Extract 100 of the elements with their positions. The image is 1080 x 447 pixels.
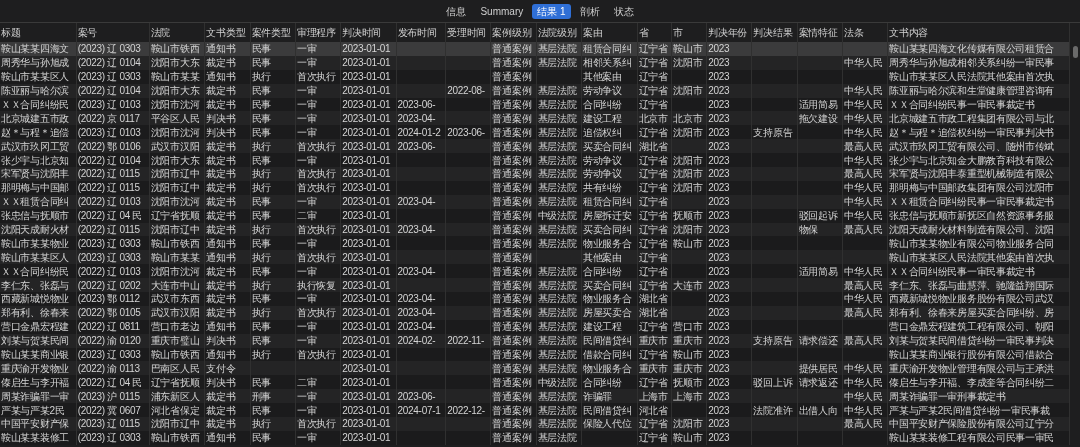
table-cell: 普通案例: [492, 237, 532, 249]
table-cell: 鞍山市某某: [150, 251, 200, 263]
table-row[interactable]: 张少宇与北京知 (2022) 辽 0104 沈阳市大东 裁定书 民事 一审 2023-01-01 普通案例 基层法院 劳动争议 辽宁省 沈阳市 2023 中华人民 张少宇与北京知金大鹏教育科技有限公: [0, 153, 1070, 167]
table-cell: 基层法院: [537, 85, 577, 97]
table-cell: 一审: [296, 237, 317, 249]
table-cell: 首次执行: [296, 418, 336, 430]
table-cell: 普通案例: [492, 265, 532, 277]
table-row[interactable]: 北京城建五市政 (2022) 京 0117 平谷区人民 判决书 民事 一审 2023-01-01 2023-04- 普通案例 基层法院 建设工程 北京市 北京市 2023 拖欠建设 中华人民 北京城建五市政工程集团有限公司与北: [0, 111, 1070, 126]
table-cell: 鞍山某某商业银行股份有限公司借款合: [889, 349, 1055, 361]
table-cell: (2022) 辽 0104: [77, 57, 141, 69]
table-cell: 辽宁省: [638, 57, 668, 69]
table-cell: 通知书: [206, 349, 236, 361]
table-row[interactable]: 重庆渝开发物业 (2022) 渝 0113 巴南区人民 支付令 2023-01-01 普通案例 基层法院 物业服务合 重庆市 重庆市 2023 提供居民 中华人民 重庆渝开发物业管理有限公司与王承洪: [0, 361, 1070, 376]
table-cell: 2023: [708, 154, 730, 166]
table-cell: 基层法院: [537, 154, 577, 166]
table-cell: 2023: [708, 251, 730, 263]
table-cell: 普通案例: [492, 154, 532, 166]
table-cell: 周某诈骗罪一审: [1, 390, 69, 402]
table-cell: 普通案例: [492, 182, 532, 194]
scrollbar-thumb[interactable]: [1072, 46, 1078, 58]
table-cell: 执行: [251, 224, 272, 235]
table-cell: 基层法院: [537, 196, 577, 208]
table-cell: 民事: [251, 335, 272, 347]
tab[interactable]: 剖析: [574, 3, 605, 19]
table-row[interactable]: 宋军贤与沈阳丰 (2022) 辽 0115 沈阳市辽中 裁定书 执行 首次执行 2023-01-01 普通案例 基层法院 劳动争议 辽宁省 沈阳市 2023 最高人民 宋军贤与沈阳丰泰重型机械制造有限公: [0, 167, 1070, 181]
table-cell: 最高人民: [844, 335, 883, 347]
table-cell: 2023: [708, 85, 730, 97]
table-cell: 2023-01-01: [342, 224, 391, 235]
table-row[interactable]: 西藏新城悦物业 (2023) 鄂 0112 武汉市东西 裁定书 民事 一审 2023-01-01 2023-04- 普通案例 基层法院 物业服务合 湖北省 2023 中华人民 西藏新城悦物业服务股份有限公司武汉: [0, 292, 1070, 306]
table-cell: 郑有利、徐春来: [1, 307, 69, 319]
table-cell: 中华人民: [844, 362, 883, 374]
table-cell: ＸＸ合同纠纷民事一审民事裁定书: [889, 265, 1035, 277]
table-cell: 民事: [251, 57, 272, 69]
table-cell: 请求返还: [798, 376, 838, 388]
table-row[interactable]: 鞍山市某某物业 (2023) 辽 0303 鞍山市铁西 通知书 民事 一审 2023-01-01 普通案例 基层法院 物业服务合 辽宁省 鞍山市 2023 鞍山市某某物业有限公司物业服务合同: [0, 236, 1070, 251]
table-cell: 宋军贤与沈阳丰泰重型机械制造有限公: [889, 168, 1055, 180]
table-cell: (2022) 鄂 0106: [77, 140, 141, 152]
table-cell: 裁定书: [206, 279, 236, 291]
table-cell: (2023) 鄂 0112: [77, 293, 140, 305]
table-cell: 一审: [296, 126, 317, 138]
table-cell: (2023) 辽 0303: [77, 349, 141, 361]
table-cell: 2023: [708, 237, 730, 249]
table-cell: 判决书: [206, 126, 236, 138]
table-row[interactable]: 武汉市玖冈工贸 (2022) 鄂 0106 武汉市汉阳 裁定书 执行 首次执行 2023-01-01 2023-06- 普通案例 基层法院 买卖合同纠 湖北省 2023 最高人民 武汉市玖冈工贸有限公司、随州市传斌: [0, 139, 1070, 154]
tab[interactable]: 状态: [608, 3, 639, 19]
table-row[interactable]: 鞍山市某某区人 (2023) 辽 0303 鞍山市某某 通知书 执行 首次执行 2023-01-01 普通案例 其他案由 辽宁省 2023 鞍山市某某区人民法院其他案由首次执: [0, 250, 1070, 265]
table-cell: 2023: [708, 362, 730, 374]
table-cell: 辽宁省: [638, 321, 668, 333]
table-cell: 2023: [708, 432, 730, 444]
table-cell: 一审: [296, 404, 317, 416]
table-row[interactable]: 周某诈骗罪一审 (2023) 沪 0115 浦东新区人 裁定书 刑事 一审 2023-01-01 2023-06- 普通案例 基层法院 诈骗罪 上海市 上海市 2023 中华人民 周某诈骗罪一审刑事裁定书: [0, 389, 1070, 404]
table-cell: 基层法院: [537, 237, 577, 249]
table-cell: 2023-01-01: [342, 140, 391, 152]
table-cell: 中华人民: [844, 293, 883, 305]
table-cell: 沈阳市沈河: [150, 99, 200, 110]
table-cell: (2022) 鄂 0105: [77, 307, 141, 319]
table-cell: 2023: [708, 265, 730, 277]
tab[interactable]: 结果 1: [532, 3, 571, 19]
table-row[interactable]: 傣启生与李开福 (2022) 辽 04 民 辽宁省抚顺 判决书 民事 二审 2023-01-01 普通案例 中级法院 合同纠纷 辽宁省 抚顺市 2023 驳回上诉 请求返还 中华人民 傣启生与李开福、李成奎等合同纠纷二: [0, 375, 1070, 390]
table-row[interactable]: ＸＸ合同纠纷民 (2022) 辽 0103 沈阳市沈河 裁定书 民事 一审 2023-01-01 2023-04- 普通案例 基层法院 合同纠纷 辽宁省 2023 适用简易 中华人民 ＸＸ合同纠纷民事一审民事裁定书: [0, 264, 1070, 279]
table-cell: 周秀华与孙旭成相邻关系纠纷一审民事: [889, 57, 1055, 69]
table-cell: (2023) 辽 0303: [77, 251, 141, 263]
table-cell: 拖欠建设: [798, 112, 838, 124]
table-row[interactable]: 李仁东、张磊与 (2022) 辽 0202 大连市中山 裁定书 执行 执行恢复 2023-01-01 普通案例 基层法院 买卖合同纠 辽宁省 大连市 2023 最高人民 李仁东、张磊与曲慧萍、驰隆益翔国际: [0, 278, 1070, 293]
table-cell: 中国平安财产保: [1, 418, 69, 430]
table-cell: 2023: [708, 196, 730, 208]
table-cell: 抚顺市: [673, 210, 703, 222]
table-cell: 支付令: [206, 362, 236, 374]
table-cell: 通知书: [206, 432, 236, 444]
table-cell: 裁定书: [206, 293, 236, 305]
table-cell: 2023-06-: [397, 390, 436, 402]
table-cell: 鞍山某某装修工: [1, 432, 69, 444]
table-cell: 物业服务合: [583, 293, 632, 305]
table-cell: (2022) 京 0117: [77, 112, 140, 124]
table-cell: 最高人民: [844, 418, 883, 430]
table-cell: 请求偿还: [798, 335, 838, 347]
table-cell: 刘某与贺某民间借贷纠纷一审民事判决: [889, 335, 1055, 347]
table-cell: 基层法院: [537, 43, 577, 55]
table-row[interactable]: 严某与严某2民 (2022) 冀 0607 河北省保定 裁定书 民事 一审 2023-01-01 2024-07-1 2022-12- 普通案例 基层法院 民间借贷纠 河北省 2023 法院准许 出借人向 中华人民 严某与严某2民间借贷纠纷一审民事裁: [0, 403, 1070, 418]
table-cell: 辽宁省: [638, 168, 668, 180]
table-cell: 其他案由: [583, 251, 622, 263]
tab[interactable]: 信息: [441, 3, 472, 19]
table-cell: 基层法院: [537, 432, 577, 444]
table-cell: 相邻关系纠: [583, 57, 632, 69]
table-cell: 通知书: [206, 71, 236, 83]
table-row[interactable]: 鞍山某某四海文 (2023) 辽 0303 鞍山市铁西 通知书 民事 一审 2023-01-01 普通案例 基层法院 租赁合同纠 辽宁省 鞍山市 2023 鞍山某某四海文化传媒有限公司租赁合: [0, 42, 1070, 56]
tab[interactable]: Summary: [475, 3, 529, 19]
table-cell: 辽宁省: [638, 182, 668, 194]
table-cell: 2023-01-01: [342, 376, 391, 388]
table-cell: 2023: [708, 307, 730, 319]
table-cell: (2022) 辽 0115: [77, 168, 140, 180]
table-cell: 普通案例: [492, 85, 532, 97]
table-cell: 2023-01-01: [342, 43, 391, 55]
table-row[interactable]: 赵＊与程＊追偿 (2023) 辽 0103 沈阳市沈河 判决书 民事 一审 2023-01-01 2024-01-2 2023-06- 普通案例 基层法院 追偿权纠 辽宁省 沈阳市 2023 支持原告 中华人民 赵＊与程＊追偿权纠纷一审民事判决书: [0, 125, 1070, 140]
table-cell: 中华人民: [844, 182, 883, 194]
table-cell: 最高人民: [844, 168, 883, 180]
table-row[interactable]: 中国平安财产保 (2023) 辽 0115 沈阳市辽中 裁定书 执行 首次执行 2023-01-01 普通案例 基层法院 保险人代位 辽宁省 沈阳市 2023 最高人民 中国平安财产保险股份有限公司辽宁分: [0, 417, 1070, 431]
table-cell: 2023: [708, 418, 730, 430]
table-cell: 民事: [251, 293, 272, 305]
table-cell: 普通案例: [492, 43, 532, 55]
